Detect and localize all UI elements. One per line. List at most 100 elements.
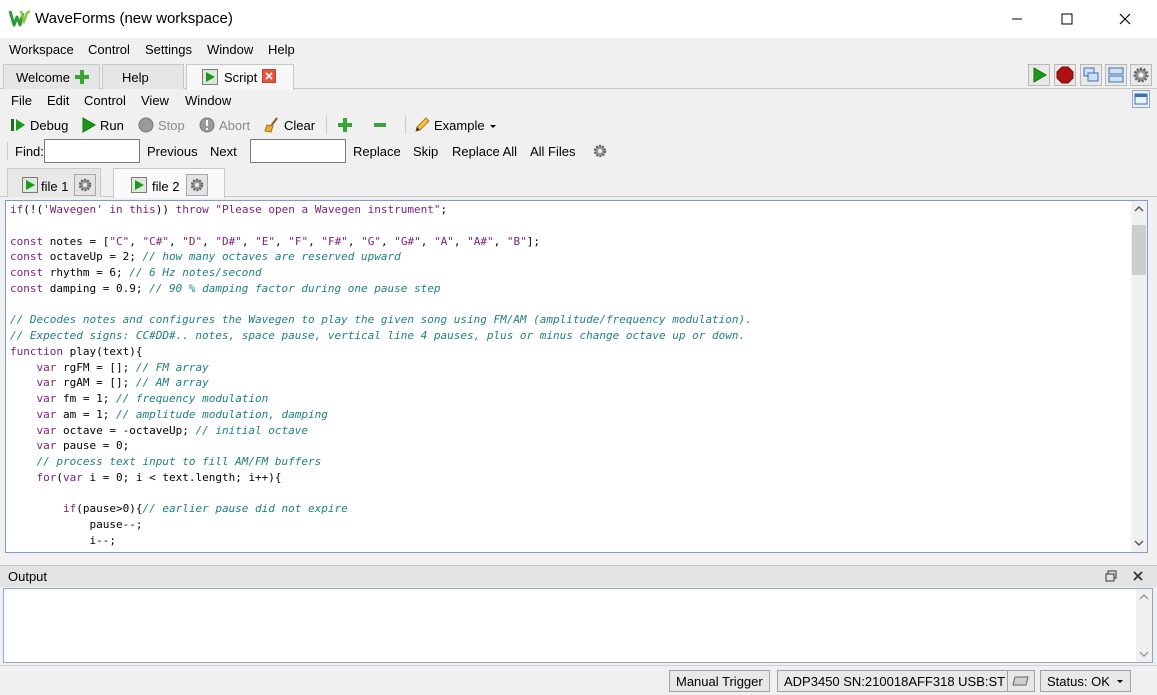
chevron-down-icon xyxy=(489,118,497,133)
abort-button[interactable]: Abort xyxy=(198,115,250,135)
script-menu-view[interactable]: View xyxy=(141,93,169,108)
find-next-button[interactable]: Next xyxy=(210,144,237,159)
find-input[interactable] xyxy=(44,139,140,163)
tab-help[interactable]: Help xyxy=(102,64,184,89)
scroll-down-icon[interactable] xyxy=(1134,539,1144,547)
hardware-icon-button[interactable] xyxy=(1007,670,1035,692)
file-tab-1[interactable]: file 1 xyxy=(7,168,101,197)
cascade-windows-icon[interactable] xyxy=(1080,64,1102,86)
menu-help[interactable]: Help xyxy=(268,42,295,57)
scroll-up-icon[interactable] xyxy=(1139,593,1149,601)
output-title: Output xyxy=(8,569,48,584)
file-tab-bar: file 1 file 2 xyxy=(0,165,1157,198)
file-settings-gear-icon[interactable] xyxy=(186,174,208,196)
run-script-icon xyxy=(202,69,218,88)
code-line: var fm = 1; // frequency modulation xyxy=(36,392,269,405)
all-files-button[interactable]: All Files xyxy=(530,144,576,159)
code-line: if(pause>0){// earlier pause did not exp… xyxy=(62,502,348,516)
tab-welcome[interactable]: Welcome xyxy=(3,64,100,89)
pencil-icon xyxy=(413,117,430,134)
stop-button[interactable]: Stop xyxy=(137,115,185,135)
abort-label: Abort xyxy=(219,117,251,133)
skip-button[interactable]: Skip xyxy=(413,144,438,159)
code-line: var rgFM = []; // FM array xyxy=(36,360,209,374)
waveforms-logo-icon xyxy=(8,9,31,27)
example-label: Example xyxy=(434,117,485,133)
scroll-down-icon[interactable] xyxy=(1139,650,1149,658)
minus-icon xyxy=(371,117,388,134)
example-dropdown[interactable]: Example xyxy=(413,115,497,135)
file-settings-gear-icon[interactable] xyxy=(74,174,96,196)
code-line: // Expected signs: CC#DD#.. notes, space… xyxy=(10,329,746,342)
minimize-button[interactable] xyxy=(994,0,1040,38)
script-menu-file[interactable]: File xyxy=(11,93,32,108)
maximize-button[interactable] xyxy=(1044,0,1090,38)
clear-button[interactable]: Clear xyxy=(263,115,315,135)
close-icon[interactable] xyxy=(262,69,276,86)
close-window-button[interactable] xyxy=(1102,0,1148,38)
add-file-button[interactable] xyxy=(336,115,357,135)
replace-input[interactable] xyxy=(250,139,346,163)
tab-script[interactable]: Script xyxy=(186,64,294,90)
run-label: Run xyxy=(100,117,124,133)
close-panel-icon[interactable] xyxy=(1132,570,1144,585)
scroll-up-icon[interactable] xyxy=(1134,205,1144,213)
settings-gear-icon[interactable] xyxy=(1130,64,1152,86)
code-line: const rhythm = 6; // 6 Hz notes/second xyxy=(10,266,262,279)
script-menu-bar: File Edit Control View Window xyxy=(0,90,1157,112)
menu-workspace[interactable]: Workspace xyxy=(9,42,74,57)
device-hardware-icon xyxy=(1012,676,1029,686)
find-options-gear-icon[interactable] xyxy=(592,143,608,162)
code-line: if(!('Wavegen' in this)) throw "Please o… xyxy=(10,203,448,216)
code-line: var pause = 0; xyxy=(36,439,130,453)
code-line: am *= damping; // damping by amplitude m… xyxy=(10,549,752,553)
float-panel-icon[interactable] xyxy=(1105,570,1117,585)
run-file-icon[interactable] xyxy=(131,177,147,193)
status-label: Status: OK xyxy=(1047,673,1110,689)
toolbar-separator xyxy=(326,116,327,134)
manual-trigger-button[interactable]: Manual Trigger xyxy=(669,670,770,692)
debug-button[interactable]: Debug xyxy=(9,115,68,135)
plus-icon[interactable] xyxy=(74,69,90,88)
code-line: function play(text){ xyxy=(10,344,143,358)
find-label: Find: xyxy=(15,144,44,159)
script-menu-window[interactable]: Window xyxy=(185,93,231,108)
script-menu-control[interactable]: Control xyxy=(84,93,126,108)
code-editor[interactable]: if(!('Wavegen' in this)) throw "Please o… xyxy=(5,200,1148,553)
toolbar-separator xyxy=(405,116,406,134)
code-line: var am = 1; // amplitude modulation, dam… xyxy=(36,407,328,421)
code-text[interactable]: if(!('Wavegen' in this)) throw "Please o… xyxy=(10,202,752,553)
script-menu-edit[interactable]: Edit xyxy=(47,93,69,108)
file-tab-2[interactable]: file 2 xyxy=(113,168,225,198)
replace-button[interactable]: Replace xyxy=(353,144,401,159)
remove-file-button[interactable] xyxy=(371,115,392,135)
tile-windows-icon[interactable] xyxy=(1105,64,1127,86)
window-title: WaveForms (new workspace) xyxy=(35,10,233,27)
output-text-area[interactable] xyxy=(3,588,1153,663)
status-dropdown[interactable]: Status: OK xyxy=(1040,670,1131,692)
device-info-button[interactable]: ADP3450 SN:210018AFF318 USB:ST xyxy=(777,670,1013,692)
replace-all-button[interactable]: Replace All xyxy=(452,144,517,159)
code-line: var octave = -octaveUp; // initial octav… xyxy=(36,423,309,437)
find-previous-button[interactable]: Previous xyxy=(147,144,198,159)
stop-all-icon[interactable] xyxy=(1054,64,1076,86)
code-line: pause--; xyxy=(10,518,143,531)
tab-script-label: Script xyxy=(224,70,258,85)
main-menu-bar: Workspace Control Settings Window Help xyxy=(0,38,1157,62)
run-icon xyxy=(79,117,96,134)
output-scrollbar[interactable] xyxy=(1136,589,1152,662)
menu-window[interactable]: Window xyxy=(207,42,253,57)
menu-settings[interactable]: Settings xyxy=(145,42,192,57)
device-info-label: ADP3450 SN:210018AFF318 USB:ST xyxy=(784,673,1006,689)
editor-scroll-thumb[interactable] xyxy=(1132,225,1146,275)
manual-trigger-label: Manual Trigger xyxy=(676,673,763,689)
restore-panel-icon[interactable] xyxy=(1132,90,1150,108)
run-file-icon[interactable] xyxy=(22,177,38,193)
run-all-icon[interactable] xyxy=(1028,64,1050,86)
run-button[interactable]: Run xyxy=(79,115,124,135)
menu-control[interactable]: Control xyxy=(88,42,130,57)
find-bar: Find: Previous Next Replace Skip Replace… xyxy=(0,138,1157,164)
stop-label: Stop xyxy=(158,117,185,133)
broom-icon xyxy=(263,117,280,134)
